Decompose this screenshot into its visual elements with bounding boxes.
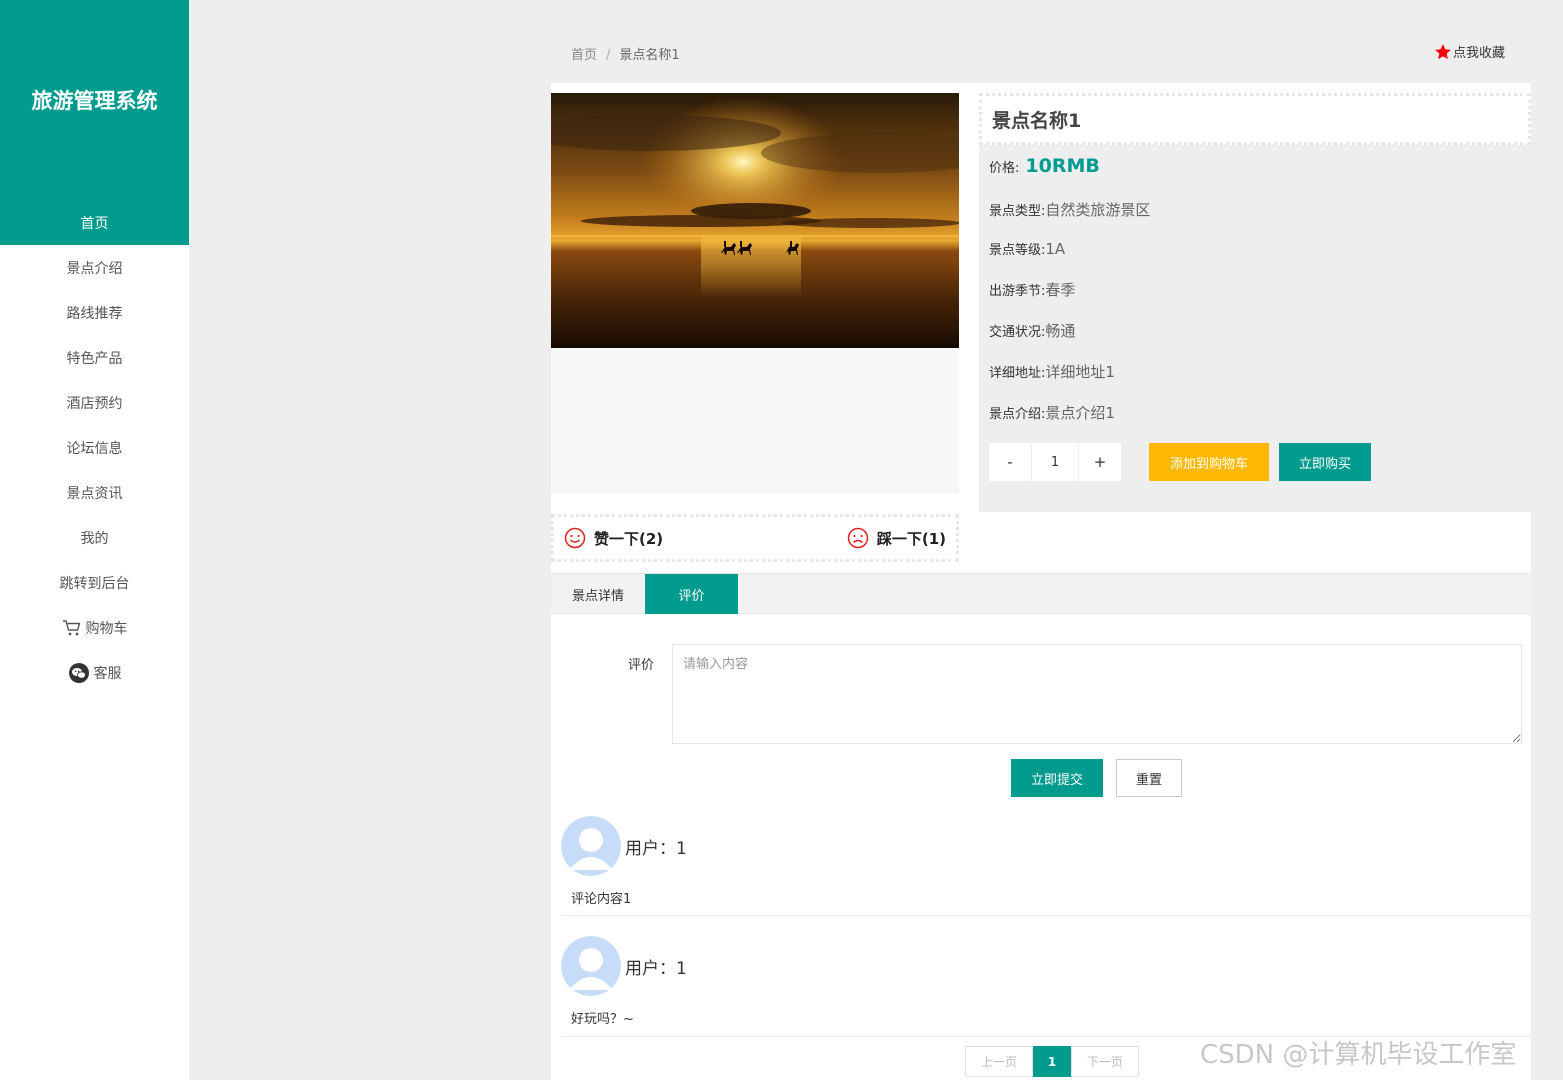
level-label: 景点等级: — [989, 243, 1046, 258]
breadcrumb-home[interactable]: 首页 — [571, 48, 597, 63]
breadcrumb-current: 景点名称1 — [619, 48, 680, 63]
smile-icon — [564, 527, 586, 549]
traffic-value: 畅通 — [1045, 322, 1076, 340]
nav-item-forum[interactable]: 论坛信息 — [0, 425, 189, 470]
cart-icon — [62, 619, 82, 637]
wechat-icon — [68, 662, 90, 684]
dislike-button[interactable]: 踩一下(1) — [847, 527, 946, 549]
next-page-button[interactable]: 下一页 — [1071, 1046, 1139, 1077]
nav-item-products[interactable]: 特色产品 — [0, 335, 189, 380]
favorite-label: 点我收藏 — [1453, 46, 1506, 61]
nav-item-news[interactable]: 景点资讯 — [0, 470, 189, 515]
submit-button[interactable]: 立即提交 — [1011, 759, 1103, 797]
like-button[interactable]: 赞一下(2) — [564, 527, 663, 549]
nav-item-label: 跳转到后台 — [59, 575, 130, 592]
nav-item-label: 购物车 — [85, 620, 128, 637]
nav-item-hotel[interactable]: 酒店预约 — [0, 380, 189, 425]
tab-reviews[interactable]: 评价 — [645, 574, 738, 614]
type-row: 景点类型: 自然类旅游景区 — [989, 199, 1150, 220]
price-row: 价格: 10RMB — [989, 155, 1100, 177]
nav-item-label: 客服 — [93, 665, 122, 682]
nav-item-mine[interactable]: 我的 — [0, 515, 189, 560]
address-value: 详细地址1 — [1045, 363, 1115, 381]
season-label: 出游季节: — [989, 284, 1046, 299]
nav-item-label: 景点介绍 — [66, 260, 123, 277]
attraction-photo — [551, 93, 959, 348]
add-to-cart-button[interactable]: 添加到购物车 — [1149, 443, 1269, 481]
price-label: 价格: — [989, 161, 1020, 176]
dislike-label: 踩一下(1) — [876, 529, 946, 548]
pagination: 上一页 1 下一页 — [965, 1046, 1139, 1077]
review-input[interactable] — [672, 644, 1522, 744]
intro-value: 景点介绍1 — [1045, 404, 1115, 422]
reset-button[interactable]: 重置 — [1116, 759, 1182, 797]
nav-item-label: 景点资讯 — [66, 485, 123, 502]
like-label: 赞一下(2) — [594, 529, 664, 548]
nav-item-label: 论坛信息 — [66, 440, 123, 457]
nav-item-cart[interactable]: 购物车 — [0, 605, 189, 650]
detail-tabs: 景点详情 评价 — [551, 573, 1531, 614]
decrease-button[interactable]: - — [989, 443, 1031, 481]
nav-item-attractions[interactable]: 景点介绍 — [0, 245, 189, 290]
review-item: 用户：1 好玩吗？~ — [561, 936, 1531, 1037]
review-user: 用户：1 — [625, 958, 687, 979]
nav-item-label: 路线推荐 — [66, 305, 123, 322]
quantity-value[interactable]: 1 — [1031, 443, 1079, 481]
avatar — [561, 816, 621, 876]
intro-row: 景点介绍: 景点介绍1 — [989, 402, 1115, 423]
sidebar: 旅游管理系统 首页 景点介绍 路线推荐 特色产品 酒店预约 论坛信息 景点资讯 … — [0, 0, 189, 1080]
quantity-stepper: - 1 + — [989, 443, 1121, 481]
increase-button[interactable]: + — [1079, 443, 1121, 481]
frown-icon — [847, 527, 869, 549]
nav-item-admin[interactable]: 跳转到后台 — [0, 560, 189, 605]
traffic-label: 交通状况: — [989, 325, 1046, 340]
breadcrumb: 首页 / 景点名称1 — [571, 44, 680, 63]
avatar — [561, 936, 621, 996]
review-user: 用户：1 — [625, 838, 687, 859]
page-button[interactable]: 1 — [1033, 1046, 1071, 1077]
review-label: 评价 — [628, 658, 655, 673]
price-value: 10RMB — [1025, 155, 1100, 177]
level-row: 景点等级: 1A — [989, 239, 1065, 258]
nav-item-label: 特色产品 — [66, 350, 123, 367]
prev-page-button[interactable]: 上一页 — [965, 1046, 1033, 1077]
type-label: 景点类型: — [989, 204, 1046, 219]
tab-details[interactable]: 景点详情 — [551, 574, 645, 614]
nav-item-service[interactable]: 客服 — [0, 650, 189, 695]
buy-now-button[interactable]: 立即购买 — [1279, 443, 1371, 481]
traffic-row: 交通状况: 畅通 — [989, 320, 1075, 341]
photo-area — [551, 93, 959, 493]
nav-item-home[interactable]: 首页 — [0, 200, 189, 245]
address-row: 详细地址: 详细地址1 — [989, 361, 1115, 382]
type-value: 自然类旅游景区 — [1045, 201, 1151, 219]
star-icon — [1435, 43, 1451, 59]
nav-item-routes[interactable]: 路线推荐 — [0, 290, 189, 335]
brand-title: 旅游管理系统 — [0, 0, 189, 200]
nav-item-label: 首页 — [80, 215, 109, 232]
detail-panel: 赞一下(2) 踩一下(1) 景点名称1 价格: 10RMB 景点类型: 自然类旅… — [551, 83, 1531, 1080]
attraction-title: 景点名称1 — [979, 93, 1531, 145]
address-label: 详细地址: — [989, 366, 1046, 381]
info-box: 景点名称1 价格: 10RMB 景点类型: 自然类旅游景区 景点等级: 1A 出… — [979, 93, 1531, 512]
intro-label: 景点介绍: — [989, 407, 1046, 422]
review-item: 用户：1 评论内容1 — [561, 816, 1531, 916]
season-value: 春季 — [1045, 281, 1076, 299]
vote-bar: 赞一下(2) 踩一下(1) — [551, 514, 959, 562]
nav-item-label: 我的 — [80, 530, 109, 547]
nav-item-label: 酒店预约 — [66, 395, 123, 412]
favorite-button[interactable]: 点我收藏 — [1434, 42, 1505, 61]
breadcrumb-separator: / — [606, 48, 611, 63]
season-row: 出游季节: 春季 — [989, 279, 1075, 300]
review-content: 评论内容1 — [571, 892, 632, 907]
watermark: CSDN @计算机毕设工作室 — [1200, 1040, 1517, 1070]
level-value: 1A — [1045, 240, 1066, 258]
